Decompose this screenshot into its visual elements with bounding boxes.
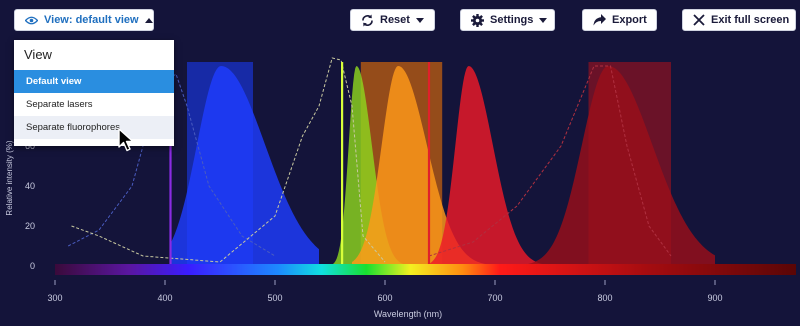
menu-item-separate-lasers[interactable]: Separate lasers xyxy=(14,93,174,116)
y-tick-label: 40 xyxy=(25,181,35,191)
x-tick-label: 800 xyxy=(597,293,612,303)
y-tick-label: 0 xyxy=(30,261,35,271)
mouse-pointer-icon xyxy=(118,128,134,152)
x-axis-label: Wavelength (nm) xyxy=(374,309,442,319)
caret-down-icon xyxy=(415,17,424,23)
view-menu-title: View xyxy=(24,47,52,62)
view-dropdown-label: View: default view xyxy=(44,14,139,26)
settings-button-label: Settings xyxy=(490,14,534,26)
close-icon xyxy=(693,14,705,26)
settings-button[interactable]: Settings xyxy=(460,9,555,31)
x-tick-label: 400 xyxy=(157,293,172,303)
share-arrow-icon xyxy=(593,14,606,26)
exit-fullscreen-button[interactable]: Exit full screen xyxy=(682,9,796,31)
spectrum-bar xyxy=(55,264,796,275)
caret-up-icon xyxy=(144,17,153,23)
x-tick-label: 700 xyxy=(487,293,502,303)
export-button-label: Export xyxy=(612,14,647,26)
reset-button[interactable]: Reset xyxy=(350,9,435,31)
y-axis-label: Relative intensity (%) xyxy=(5,140,14,215)
gear-icon xyxy=(471,13,484,27)
reset-button-label: Reset xyxy=(380,14,410,26)
x-tick-label: 500 xyxy=(267,293,282,303)
y-tick-label: 20 xyxy=(25,221,35,231)
x-tick-label: 300 xyxy=(47,293,62,303)
eye-icon xyxy=(25,16,38,25)
x-tick-label: 900 xyxy=(707,293,722,303)
menu-item-default-view[interactable]: Default view xyxy=(14,70,174,93)
refresh-icon xyxy=(361,14,374,27)
export-button[interactable]: Export xyxy=(582,9,657,31)
view-dropdown-button[interactable]: View: default view xyxy=(14,9,154,31)
emission-curve-5 xyxy=(528,66,715,266)
exit-fullscreen-label: Exit full screen xyxy=(711,14,790,26)
menu-item-separate-fluorophores[interactable]: Separate fluorophores xyxy=(14,116,174,139)
view-menu: View Default view Separate lasers Separa… xyxy=(14,40,174,146)
x-tick-label: 600 xyxy=(377,293,392,303)
caret-down-icon xyxy=(539,17,548,23)
